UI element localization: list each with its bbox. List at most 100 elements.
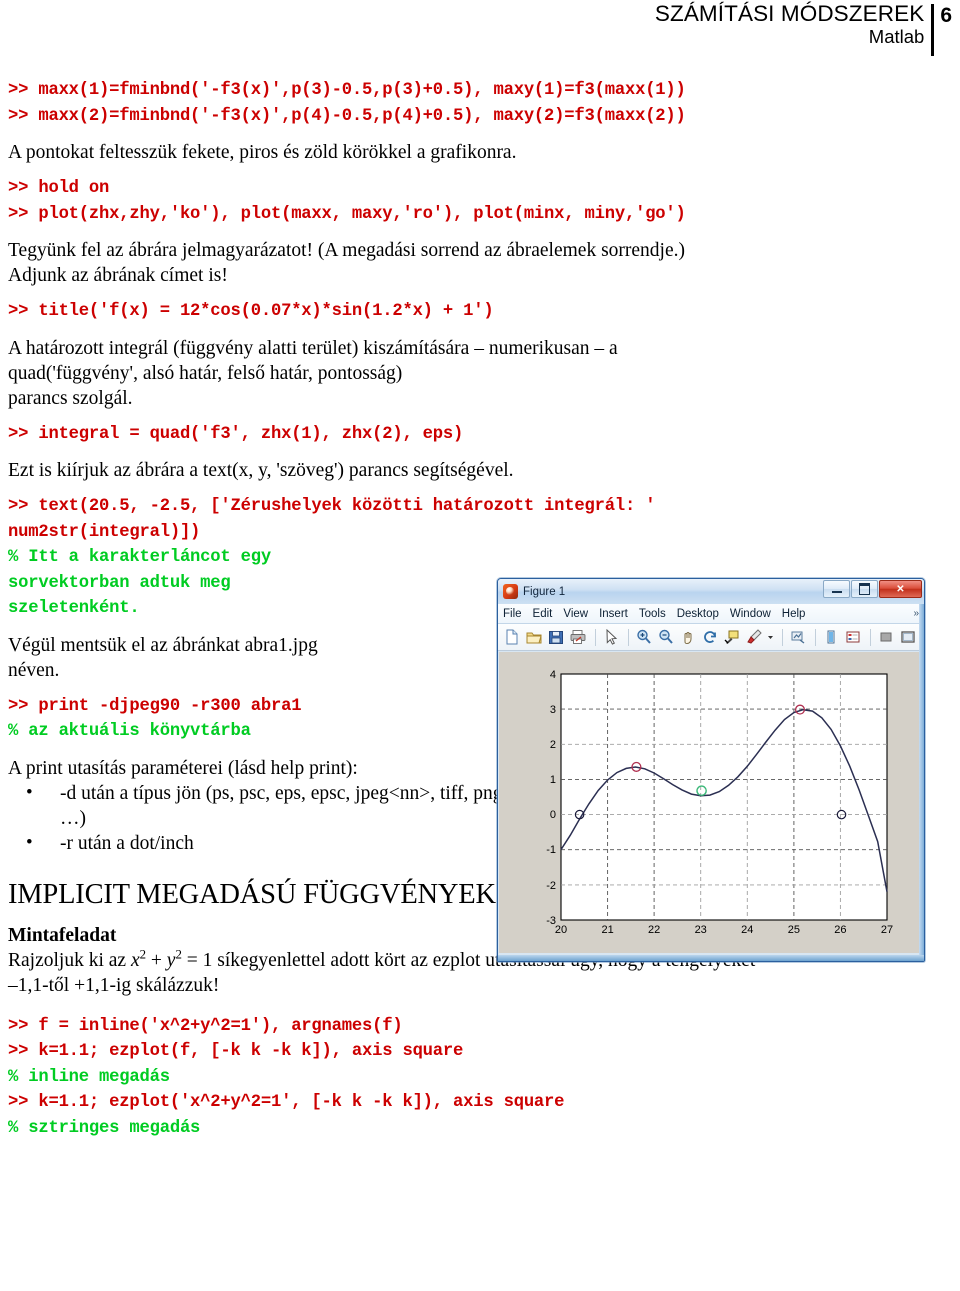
window-right-edge (919, 604, 924, 961)
menu-item-insert[interactable]: Insert (599, 608, 628, 620)
menu-item-edit[interactable]: Edit (533, 608, 553, 620)
new-figure-icon[interactable] (502, 627, 522, 647)
paragraph: Adjunk az ábrának címet is! (8, 265, 228, 286)
menu-item-help[interactable]: Help (782, 608, 806, 620)
formula-equals: = 1 (181, 949, 218, 971)
brush-icon[interactable] (744, 627, 764, 647)
svg-text:22: 22 (648, 924, 660, 936)
paragraph: néven. (8, 659, 60, 681)
menu-item-desktop[interactable]: Desktop (677, 608, 719, 620)
figure-menubar: File Edit View Insert Tools Desktop Wind… (498, 604, 924, 624)
figure-window-title: Figure 1 (523, 585, 566, 598)
formula-plus: + (146, 949, 167, 971)
window-controls: ✕ (823, 580, 922, 598)
pointer-icon[interactable] (601, 627, 621, 647)
svg-text:21: 21 (601, 924, 613, 936)
code-line: >> text(20.5, -2.5, ['Zérushelyek között… (8, 497, 656, 516)
list-item: -d után a típus jön (ps, psc, eps, epsc,… (8, 780, 530, 831)
toolbar-separator (628, 628, 629, 646)
print-figure-icon[interactable] (568, 627, 588, 647)
dropdown-arrow-icon[interactable] (766, 627, 775, 647)
svg-text:25: 25 (788, 924, 800, 936)
minimize-icon (831, 590, 842, 593)
code-line: >> hold on (8, 179, 110, 198)
code-line: num2str(integral)]) (8, 522, 201, 542)
zoom-out-icon[interactable] (656, 627, 676, 647)
list-item: -r után a dot/inch (8, 830, 530, 856)
paragraph: A print utasítás paraméterei (lásd help … (8, 757, 358, 779)
code-line: >> title('f(x) = 12*cos(0.07*x)*sin(1.2*… (8, 302, 494, 321)
hide-plot-tools-icon[interactable] (876, 627, 896, 647)
maximize-icon (859, 583, 870, 595)
course-subtitle: Matlab (868, 26, 925, 48)
header-titles: SZÁMÍTÁSI MÓDSZEREK Matlab (654, 1, 925, 48)
paragraph: Tegyünk fel az ábrára jelmagyarázatot! (… (8, 240, 685, 261)
legend-icon[interactable] (843, 627, 863, 647)
paragraph-text-pre: Rajzoljuk ki az (8, 949, 131, 971)
figure-plot-canvas[interactable]: 4 3 2 1 0 -1 -2 -3 20 21 22 23 24 25 26 … (499, 652, 919, 953)
toolbar-separator (595, 628, 596, 646)
menu-item-window[interactable]: Window (730, 608, 771, 620)
colorbar-icon[interactable] (821, 627, 841, 647)
svg-text:0: 0 (550, 809, 556, 821)
maximize-button[interactable] (851, 580, 878, 598)
paragraph: A pontokat feltesszük fekete, piros és z… (8, 142, 517, 163)
matlab-icon (503, 584, 518, 599)
course-title: SZÁMÍTÁSI MÓDSZEREK (654, 1, 925, 26)
menu-item-view[interactable]: View (563, 608, 588, 620)
svg-text:20: 20 (555, 924, 567, 936)
code-line: >> maxx(2)=fminbnd('-f3(x)',p(4)-0.5,p(4… (8, 106, 686, 126)
page-number: 6 (940, 4, 952, 27)
code-line: >> plot(zhx,zhy,'ko'), plot(maxx, maxy,'… (8, 204, 686, 224)
window-bottom-edge (498, 955, 924, 961)
header-divider-rule (931, 4, 935, 56)
link-plot-icon[interactable] (788, 627, 808, 647)
save-figure-icon[interactable] (546, 627, 566, 647)
paragraph: –1,1-től +1,1-ig skálázzuk! (8, 974, 220, 996)
rotate-3d-icon[interactable] (700, 627, 720, 647)
plot-svg: 4 3 2 1 0 -1 -2 -3 20 21 22 23 24 25 26 … (499, 652, 919, 953)
paragraph: Ezt is kiírjuk az ábrára a text(x, y, 's… (8, 460, 514, 481)
svg-text:-1: -1 (546, 844, 556, 856)
code-line: >> k=1.1; ezplot(f, [-k k -k k]), axis s… (8, 1042, 464, 1061)
paragraph: quad('függvény', alsó határ, felső határ… (8, 362, 403, 384)
paragraph: parancs szolgál. (8, 387, 133, 409)
header-inner: SZÁMÍTÁSI MÓDSZEREK Matlab 6 (654, 1, 952, 56)
zoom-in-icon[interactable] (634, 627, 654, 647)
close-button[interactable]: ✕ (879, 580, 922, 598)
code-comment-line: % inline megadás (8, 1067, 170, 1087)
menu-item-tools[interactable]: Tools (639, 608, 666, 620)
code-comment-line: % Itt a karakterláncot egy (8, 548, 271, 567)
figure-toolbar (498, 624, 924, 651)
data-cursor-icon[interactable] (722, 627, 742, 647)
pan-icon[interactable] (678, 627, 698, 647)
axes-frame (560, 673, 888, 921)
code-line: >> k=1.1; ezplot('x^2+y^2=1', [-k k -k k… (8, 1093, 565, 1112)
svg-text:-2: -2 (546, 880, 556, 892)
formula-var-x: x (130, 949, 140, 971)
paragraph: Végül mentsük el az ábránkat abra1.jpg (8, 634, 318, 656)
svg-text:26: 26 (834, 924, 846, 936)
code-comment-line: % sztringes megadás (8, 1118, 201, 1138)
matlab-figure-window[interactable]: Figure 1 ✕ File Edit View Insert Tools D… (497, 578, 925, 962)
paragraph: A határozott integrál (függvény alatti t… (8, 337, 618, 359)
svg-text:2: 2 (550, 739, 556, 751)
toolbar-separator (782, 628, 783, 646)
toolbar-separator (870, 628, 871, 646)
open-file-icon[interactable] (524, 627, 544, 647)
figure-titlebar[interactable]: Figure 1 ✕ (498, 579, 924, 604)
code-line: >> integral = quad('f3', zhx(1), zhx(2),… (8, 424, 464, 444)
svg-text:23: 23 (695, 924, 707, 936)
svg-text:27: 27 (881, 924, 893, 936)
svg-text:1: 1 (550, 774, 556, 786)
svg-text:3: 3 (550, 704, 556, 716)
menu-item-file[interactable]: File (503, 608, 522, 620)
toolbar-separator (815, 628, 816, 646)
code-line: >> f = inline('x^2+y^2=1'), argnames(f) (8, 1016, 403, 1036)
minimize-button[interactable] (823, 580, 850, 598)
code-line: >> maxx(1)=fminbnd('-f3(x)',p(3)-0.5,p(3… (8, 81, 686, 100)
svg-text:24: 24 (741, 924, 753, 936)
show-plot-tools-icon[interactable] (898, 627, 918, 647)
page-header: SZÁMÍTÁSI MÓDSZEREK Matlab 6 (0, 0, 960, 62)
svg-text:4: 4 (550, 669, 556, 681)
